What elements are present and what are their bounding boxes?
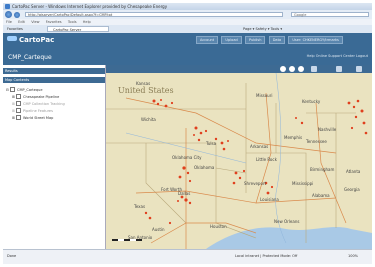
security-zone: Local intranet | Protected Mode: Off xyxy=(235,254,298,258)
browser-tab[interactable]: CartoPac Server xyxy=(47,26,109,32)
menu-edit[interactable]: Edit xyxy=(18,20,25,24)
tree-item[interactable]: ⊞ CMP Collection Tracking xyxy=(6,101,65,108)
tree-item[interactable]: ⊞ Chesapeake Pipeline xyxy=(6,94,65,101)
map-label: Mississippi xyxy=(292,181,313,186)
link-publish[interactable]: Publish xyxy=(244,36,266,44)
command-bar[interactable]: Page ▾ Safety ▾ Tools ▾ xyxy=(243,26,282,32)
map-label: Kansas xyxy=(136,81,150,86)
user-links[interactable]: Help Online Support Center Logout xyxy=(307,54,368,58)
measure-icon[interactable] xyxy=(336,66,342,72)
user-indicator[interactable]: User: CHKENERGY/trmarks xyxy=(288,36,343,44)
tree-item[interactable]: ⊞ World Street Map xyxy=(6,115,65,122)
map-label: Little Rock xyxy=(256,157,278,162)
map-label: Arkansas xyxy=(250,144,268,149)
menu-tools[interactable]: Tools xyxy=(68,20,77,24)
map-label: Memphis xyxy=(284,135,302,140)
menu-help[interactable]: Help xyxy=(83,20,91,24)
layer-checkbox[interactable] xyxy=(16,108,22,113)
zoom-out-icon[interactable] xyxy=(289,66,295,72)
favorites-button[interactable]: Favorites xyxy=(7,26,23,32)
ie-icon xyxy=(5,4,10,9)
map-toolbar xyxy=(106,65,372,73)
app-logo: CartoPac xyxy=(7,36,54,44)
link-account[interactable]: Account xyxy=(196,36,219,44)
page-title: CMP_Carteque xyxy=(8,54,52,61)
map-label: Austin xyxy=(152,227,165,232)
tree-item[interactable]: ⊟ CMP_Carteque xyxy=(6,87,65,94)
layer-checkbox[interactable] xyxy=(10,87,16,92)
menu-favorites[interactable]: Favorites xyxy=(46,20,62,24)
tree-item-label: CMP_Carteque xyxy=(17,88,43,92)
map-label: Atlanta xyxy=(346,169,361,174)
tree-item[interactable]: ⊞ Pipeline Features xyxy=(6,108,65,115)
link-data[interactable]: Data xyxy=(268,36,286,44)
map-contents-header[interactable]: Map Contents xyxy=(3,77,105,83)
app-header: CartoPac Account Upload Publish Data Use… xyxy=(3,33,372,65)
map-label: Nashville xyxy=(318,127,337,132)
layer-checkbox[interactable] xyxy=(16,94,22,99)
country-label: United States xyxy=(118,86,174,95)
tree-item-label: CMP Collection Tracking xyxy=(23,102,65,106)
map-label: Kentucky xyxy=(302,99,321,104)
layer-checkbox[interactable] xyxy=(16,115,22,120)
map-label: Alabama xyxy=(312,193,330,198)
link-upload[interactable]: Upload xyxy=(221,36,242,44)
layer-tree: ⊟ CMP_Carteque ⊞ Chesapeake Pipeline ⊞ C… xyxy=(6,87,65,122)
map-label: Dallas xyxy=(178,191,190,196)
map-label: Wichita xyxy=(141,117,156,122)
zoom-level[interactable]: 100% xyxy=(348,254,358,258)
results-header[interactable]: Results xyxy=(3,68,105,74)
window-title: CartoPac Server - Windows Internet Explo… xyxy=(12,4,168,9)
back-icon[interactable] xyxy=(5,11,12,18)
map-label: Oklahoma xyxy=(194,165,215,170)
map-label: Tennessee xyxy=(305,139,327,144)
address-row: http://gisarver/CartoPac/Default.aspx?f=… xyxy=(3,10,372,19)
logo-text: CartoPac xyxy=(19,36,55,44)
tree-item-label: Pipeline Features xyxy=(23,109,53,113)
address-bar[interactable]: http://gisarver/CartoPac/Default.aspx?f=… xyxy=(25,12,283,17)
map-label: Shreveport xyxy=(244,181,267,186)
tree-item-label: Chesapeake Pipeline xyxy=(23,95,60,99)
map-label: Louisiana xyxy=(260,197,279,202)
search-input[interactable]: Google xyxy=(291,12,369,17)
identify-icon[interactable] xyxy=(311,66,317,72)
left-panel: Results Map Contents ⊟ CMP_Carteque ⊞ Ch… xyxy=(3,65,106,249)
map-canvas[interactable]: United States Kansas Wichita Oklahoma Ci… xyxy=(106,73,372,249)
forward-icon[interactable] xyxy=(14,11,20,18)
map-label: Texas xyxy=(133,204,145,209)
zoom-in-icon[interactable] xyxy=(280,66,286,72)
top-links: Account Upload Publish Data User: CHKENE… xyxy=(196,36,345,44)
pan-icon[interactable] xyxy=(298,66,304,72)
layer-checkbox[interactable] xyxy=(16,101,22,106)
map-label: New Orleans xyxy=(274,219,299,224)
tree-item-label: World Street Map xyxy=(23,116,54,120)
map-label: Tulsa xyxy=(205,141,217,146)
menu-view[interactable]: View xyxy=(31,20,39,24)
map-label: Oklahoma City xyxy=(172,155,202,160)
window-titlebar: CartoPac Server - Windows Internet Explo… xyxy=(3,3,372,10)
print-icon[interactable] xyxy=(356,66,362,72)
menu-file[interactable]: File xyxy=(6,20,12,24)
map-label: Missouri xyxy=(256,93,272,98)
map-label: Georgia xyxy=(344,187,360,192)
map-view[interactable]: United States Kansas Wichita Oklahoma Ci… xyxy=(106,65,372,249)
map-label: Birmingham xyxy=(310,167,334,172)
status-text: Done xyxy=(7,254,17,258)
status-bar: Done Local intranet | Protected Mode: Of… xyxy=(3,249,372,264)
scale-bar xyxy=(112,239,142,241)
logo-icon xyxy=(7,36,17,41)
map-label: Houston xyxy=(210,224,227,229)
